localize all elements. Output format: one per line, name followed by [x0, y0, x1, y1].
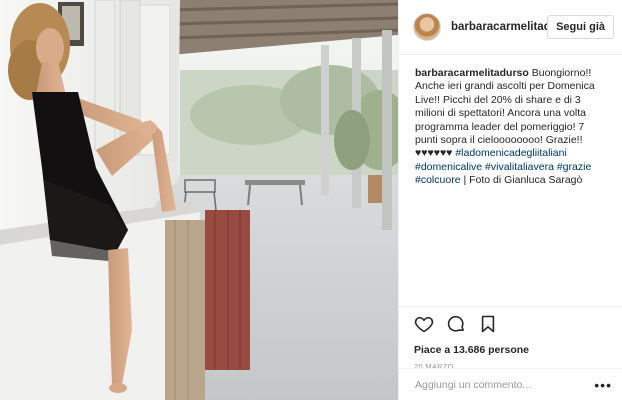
more-options-button[interactable]: •••	[594, 377, 612, 393]
photo-illustration	[0, 0, 398, 400]
bookmark-icon[interactable]	[478, 314, 498, 334]
hashtag-link[interactable]: #vivalitaliavera	[485, 161, 554, 173]
post-sidebar: barbaracarmelitadurso Segui già barbarac…	[398, 0, 622, 400]
post-photo[interactable]	[0, 0, 398, 400]
follow-button[interactable]: Segui già	[547, 15, 614, 39]
caption-credit: Foto di Gianluca Saragò	[469, 174, 583, 187]
hashtag-link[interactable]: #ladomenicadegliitaliani	[455, 147, 567, 159]
likes-count[interactable]: Piace a 13.686 persone	[414, 344, 610, 356]
hashtag-link[interactable]: #grazie	[557, 161, 591, 173]
post-header: barbaracarmelitadurso Segui già	[399, 0, 622, 55]
caption-text: Buongiorno!! Anche ieri grandi ascolti p…	[415, 67, 595, 160]
caption: barbaracarmelitadurso Buongiorno!! Anche…	[399, 55, 622, 305]
hashtag-link[interactable]: #domenicalive	[415, 161, 482, 173]
instagram-post: barbaracarmelitadurso Segui già barbarac…	[0, 0, 622, 400]
comment-input[interactable]	[415, 378, 595, 391]
caption-username[interactable]: barbaracarmelitadurso	[415, 67, 529, 79]
avatar[interactable]	[413, 13, 441, 41]
caption-separator: |	[463, 174, 467, 187]
comment-bar: •••	[399, 368, 622, 400]
action-icons	[414, 313, 610, 335]
post-actions: Piace a 13.686 persone 20 MARZO	[399, 306, 622, 371]
hashtag-link[interactable]: #colcuore	[415, 174, 461, 186]
heart-icon[interactable]	[414, 314, 434, 334]
header-username[interactable]: barbaracarmelitadurso	[451, 21, 547, 33]
comment-icon[interactable]	[446, 314, 466, 334]
